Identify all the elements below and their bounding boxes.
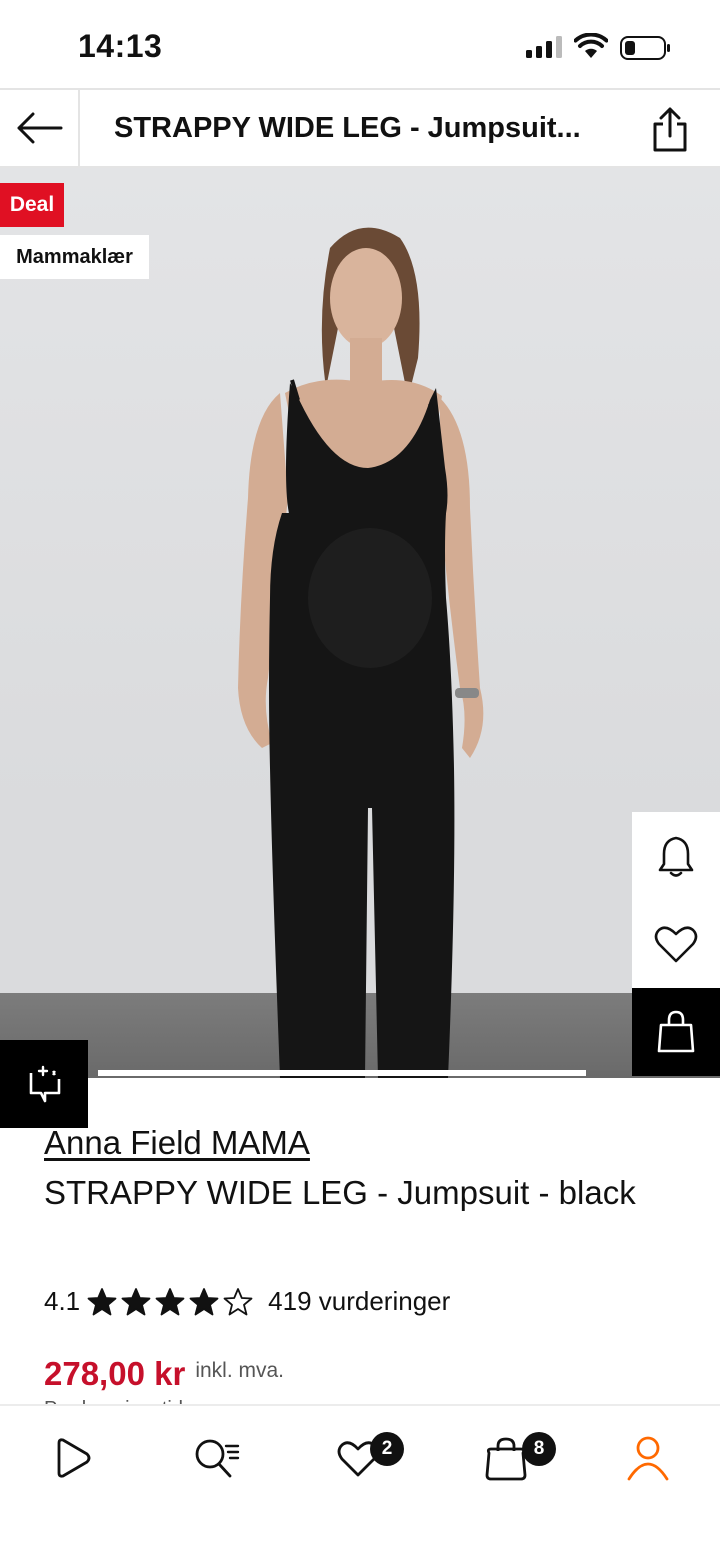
status-time: 14:13 (78, 28, 163, 64)
notify-button[interactable] (632, 812, 720, 900)
share-icon (653, 107, 687, 152)
nav-wishlist[interactable]: 2 (328, 1428, 404, 1488)
wishlist-button[interactable] (632, 900, 720, 988)
bag-icon (485, 1437, 527, 1481)
nav-search[interactable] (186, 1428, 246, 1488)
sparkle-crop-icon (29, 1065, 61, 1103)
price-amount: 278,00 kr (44, 1355, 186, 1392)
product-name: STRAPPY WIDE LEG - Jumpsuit - black (44, 1174, 636, 1211)
side-actions (632, 812, 720, 1076)
model-figure (238, 227, 484, 1078)
star-filled-icon (121, 1287, 151, 1315)
back-button[interactable] (0, 90, 80, 166)
star-filled-icon (87, 1287, 117, 1315)
rating-count: 419 vurderinger (268, 1286, 451, 1316)
rating-score: 4.1 (44, 1286, 81, 1316)
arrow-left-icon (17, 112, 63, 144)
status-bar: 14:13 (0, 0, 720, 88)
gallery-progress (98, 1070, 586, 1076)
product-image[interactable] (0, 168, 720, 1078)
bell-icon (658, 836, 694, 877)
bag-count-badge: 8 (522, 1432, 556, 1466)
search-icon (195, 1439, 240, 1478)
nav-bag[interactable]: 8 (476, 1428, 556, 1488)
bag-icon (657, 1010, 695, 1053)
vat-label: inkl. mva. (195, 1359, 284, 1382)
battery-icon (620, 36, 670, 60)
product-header: STRAPPY WIDE LEG - Jumpsuit... (0, 88, 720, 168)
deal-badge: Deal (0, 183, 64, 227)
brand-link[interactable]: Anna Field MAMA (44, 1124, 310, 1162)
rating-row[interactable]: 4.1 419 vurderinger (44, 1286, 450, 1317)
star-empty-icon (223, 1287, 253, 1315)
gallery-progress-fill (98, 1070, 586, 1076)
signal-icon (526, 36, 562, 58)
heart-icon (654, 926, 698, 963)
wifi-icon (574, 33, 608, 58)
star-filled-icon (189, 1287, 219, 1315)
share-button[interactable] (650, 106, 690, 157)
rating-stars (86, 1287, 254, 1317)
star-filled-icon (155, 1287, 185, 1315)
wishlist-count-badge: 2 (370, 1432, 404, 1466)
page-title: STRAPPY WIDE LEG - Jumpsuit... (114, 112, 581, 144)
play-icon (57, 1438, 91, 1478)
find-similar-button[interactable] (0, 1040, 88, 1128)
category-badge: Mammaklær (0, 235, 149, 279)
price-row: 278,00 kr inkl. mva. (44, 1355, 284, 1393)
add-to-bag-button[interactable] (632, 988, 720, 1076)
nav-home[interactable] (42, 1428, 102, 1488)
bottom-nav: 2 8 (0, 1404, 720, 1558)
person-icon (627, 1436, 669, 1481)
nav-profile[interactable] (618, 1428, 678, 1488)
